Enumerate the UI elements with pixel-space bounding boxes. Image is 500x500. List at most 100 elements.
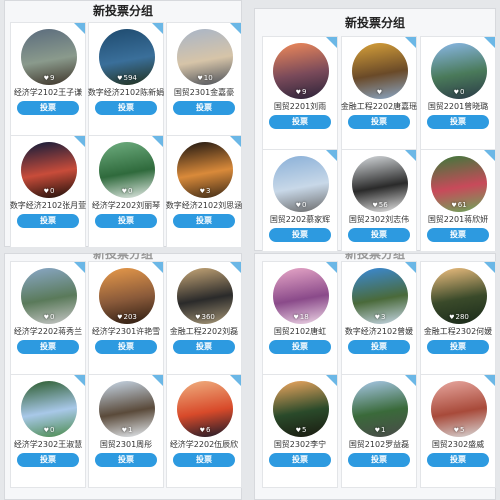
contestant-card: ♥9 国贸2201刘雨 投票 <box>262 36 338 150</box>
corner-tag <box>326 375 337 386</box>
corner-tag <box>484 262 495 273</box>
vote-button[interactable]: 投票 <box>427 340 489 354</box>
panel-title: 新投票分组 <box>92 253 153 261</box>
vote-button[interactable]: 投票 <box>269 340 331 354</box>
like-count-value: 3 <box>380 313 386 321</box>
like-count: ♥0 <box>273 201 329 209</box>
avatar-photo[interactable]: ♥280 <box>431 268 487 324</box>
like-count: ♥0 <box>21 187 77 195</box>
avatar-photo[interactable]: ♥0 <box>431 43 487 99</box>
like-count: ♥0 <box>21 313 77 321</box>
like-count-value: 18 <box>299 313 309 321</box>
contestant-name: 经济学2202伍辰欣 <box>169 440 239 449</box>
contestant-card: ♥5 国贸2302李宁 投票 <box>262 374 338 488</box>
vote-button[interactable]: 投票 <box>173 453 235 467</box>
like-count: ♥5 <box>273 426 329 434</box>
like-count: ♥61 <box>431 201 487 209</box>
heart-icon: ♥ <box>199 188 205 195</box>
vote-button[interactable]: 投票 <box>348 228 410 242</box>
avatar-photo[interactable]: ♥3 <box>352 268 408 324</box>
vote-button[interactable]: 投票 <box>17 453 79 467</box>
like-count: ♥ <box>352 88 408 96</box>
heart-icon: ♥ <box>117 75 123 82</box>
like-count: ♥3 <box>177 187 233 195</box>
avatar-photo[interactable]: ♥6 <box>177 381 233 437</box>
contestant-card: ♥0 国贸2202慕家辉 投票 <box>262 149 338 251</box>
vote-button[interactable]: 投票 <box>17 340 79 354</box>
contestant-card: ♥0 国贸2201曾晓璐投票 <box>420 36 496 150</box>
vote-button[interactable]: 投票 <box>17 214 79 228</box>
corner-tag <box>405 262 416 273</box>
vote-button[interactable]: 投票 <box>348 453 410 467</box>
avatar-photo[interactable]: ♥61 <box>431 156 487 212</box>
avatar-photo[interactable]: ♥1 <box>99 381 155 437</box>
avatar-photo[interactable]: ♥0 <box>99 142 155 198</box>
avatar-photo[interactable]: ♥56 <box>352 156 408 212</box>
avatar-photo[interactable]: ♥18 <box>273 268 329 324</box>
contestant-name: 国贸2302刘志伟 <box>348 215 410 224</box>
avatar-photo[interactable]: ♥5 <box>273 381 329 437</box>
vote-button[interactable]: 投票 <box>427 115 489 129</box>
vote-button[interactable]: 投票 <box>173 214 235 228</box>
avatar-photo[interactable]: ♥3 <box>177 142 233 198</box>
avatar-photo[interactable]: ♥0 <box>273 156 329 212</box>
like-count: ♥1 <box>99 426 155 434</box>
vote-button[interactable]: 投票 <box>348 340 410 354</box>
contestant-name: 国贸2301金嘉豪 <box>173 88 235 97</box>
contestant-card: ♥594 数字经济2102陈新娟投票 <box>88 22 164 136</box>
vote-button[interactable]: 投票 <box>348 115 410 129</box>
like-count-value: 0 <box>127 187 133 195</box>
vote-button[interactable]: 投票 <box>95 214 157 228</box>
like-count-value: 3 <box>205 187 211 195</box>
vote-button[interactable]: 投票 <box>269 115 331 129</box>
vote-button[interactable]: 投票 <box>95 453 157 467</box>
contestant-name: 数字经济2102陈新娟 <box>87 88 165 97</box>
heart-icon: ♥ <box>117 314 123 321</box>
avatar-photo[interactable]: ♥0 <box>21 381 77 437</box>
corner-tag <box>230 136 241 147</box>
corner-tag <box>74 136 85 147</box>
vote-button[interactable]: 投票 <box>269 453 331 467</box>
heart-icon: ♥ <box>197 75 203 82</box>
avatar-photo[interactable]: ♥360 <box>177 268 233 324</box>
vote-button[interactable]: 投票 <box>269 228 331 242</box>
corner-tag <box>405 150 416 161</box>
avatar-photo[interactable]: ♥9 <box>21 29 77 85</box>
avatar-photo[interactable]: ♥10 <box>177 29 233 85</box>
vote-button[interactable]: 投票 <box>173 340 235 354</box>
contestant-name: 金融工程2202唐嘉瑶 <box>340 102 418 111</box>
heart-icon: ♥ <box>43 75 49 82</box>
corner-tag <box>484 375 495 386</box>
contestant-name: 国贸2302盛威 <box>431 440 485 449</box>
vote-button[interactable]: 投票 <box>95 101 157 115</box>
contestant-card: ♥3 数字经济2102刘思涵投票 <box>166 135 242 247</box>
avatar-photo[interactable]: ♥9 <box>273 43 329 99</box>
vote-button[interactable]: 投票 <box>427 228 489 242</box>
like-count: ♥0 <box>21 426 77 434</box>
contestant-name: 国贸2102唐虹 <box>273 327 327 336</box>
contestant-name: 经济学2301许艳雪 <box>91 327 161 336</box>
avatar-photo[interactable]: ♥5 <box>431 381 487 437</box>
contestant-name: 数字经济2102刘思涵 <box>165 201 242 210</box>
corner-tag <box>484 37 495 48</box>
contestant-name: 国贸2201曾晓璐 <box>427 102 489 111</box>
avatar-photo[interactable]: ♥0 <box>21 142 77 198</box>
panel-top-left: 新投票分组 ♥9 经济学2102王子谦 投票 ♥594 数字经济2102陈新娟 投票 ♥10… <box>4 0 242 247</box>
contestant-card: ♥3 数字经济2102曾媛 投票 <box>341 261 417 375</box>
avatar-photo[interactable]: ♥203 <box>99 268 155 324</box>
corner-tag <box>152 136 163 147</box>
avatar-photo[interactable]: ♥1 <box>352 381 408 437</box>
like-count-value: 5 <box>301 426 307 434</box>
like-count-value: 0 <box>49 313 55 321</box>
vote-button[interactable]: 投票 <box>173 101 235 115</box>
corner-tag <box>405 37 416 48</box>
like-count-value: 280 <box>455 313 469 321</box>
vote-button[interactable]: 投票 <box>17 101 79 115</box>
vote-button[interactable]: 投票 <box>427 453 489 467</box>
vote-button[interactable]: 投票 <box>95 340 157 354</box>
like-count: ♥10 <box>177 74 233 82</box>
avatar-photo[interactable]: ♥ <box>352 43 408 99</box>
heart-icon: ♥ <box>199 427 205 434</box>
avatar-photo[interactable]: ♥0 <box>21 268 77 324</box>
avatar-photo[interactable]: ♥594 <box>99 29 155 85</box>
